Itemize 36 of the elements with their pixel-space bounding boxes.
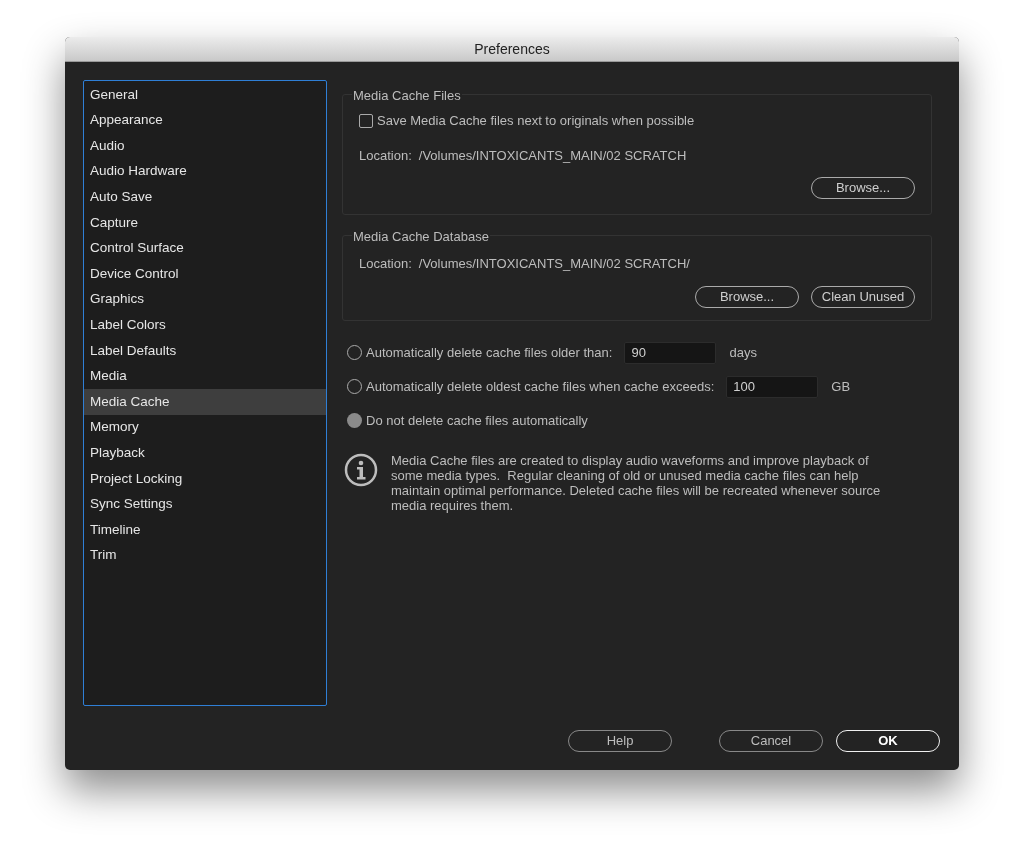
sidebar-item[interactable]: Label Colors — [84, 312, 326, 338]
sidebar-item[interactable]: Appearance — [84, 107, 326, 134]
sidebar-item[interactable]: Audio — [84, 133, 326, 159]
location-path: /Volumes/INTOXICANTS_MAIN/02 SCRATCH/ — [418, 255, 690, 273]
window-title: Preferences — [474, 39, 550, 59]
sidebar-item[interactable]: Timeline — [84, 517, 326, 543]
location-label: Location: — [359, 255, 412, 273]
sidebar-item[interactable]: Control Surface — [84, 235, 326, 262]
radio-label: Do not delete cache files automatically — [366, 411, 588, 430]
input-field[interactable]: 90 — [624, 341, 717, 364]
sidebar-item[interactable]: Media — [84, 363, 326, 390]
sidebar-item[interactable]: Memory — [84, 414, 326, 441]
sidebar-item[interactable]: Label Defaults — [84, 337, 326, 364]
info-icon — [344, 452, 378, 487]
info-text: Media Cache files are created to display audio waveforms and improve playback of some media types. Regular cleaning of old or unused media cache files can help maintain optimal performance. Deleted cache files will be recreated whenever source media requires them. — [391, 452, 882, 513]
unit-label: GB — [831, 377, 851, 396]
sidebar-item[interactable]: Playback — [84, 440, 326, 466]
location-label: Location: — [359, 146, 412, 165]
sidebar-item[interactable]: General — [84, 82, 326, 108]
sidebar-item[interactable]: Sync Settings — [84, 491, 326, 518]
sidebar-item[interactable]: Audio Hardware — [84, 158, 326, 185]
sidebar-item[interactable]: Device Control — [84, 261, 326, 287]
sidebar-item[interactable]: Media Cache — [84, 389, 326, 415]
unit-label: days — [729, 343, 757, 362]
radio-button[interactable] — [347, 413, 362, 428]
sidebar-item[interactable]: Project Locking — [84, 465, 326, 492]
radio-label: Automatically delete cache files older than: — [366, 343, 613, 362]
sidebar-item[interactable]: Graphics — [84, 286, 326, 313]
checkbox-label: Save Media Cache files next to originals when possible — [377, 112, 695, 130]
sidebar-item[interactable]: Auto Save — [84, 184, 326, 210]
sidebar-item[interactable]: Capture — [84, 209, 326, 236]
checkbox[interactable] — [359, 113, 373, 128]
location-path: /Volumes/INTOXICANTS_MAIN/02 SCRATCH — [418, 146, 687, 165]
radio-label: Automatically delete oldest cache files when cache exceeds: — [366, 377, 715, 396]
sidebar-item[interactable]: Trim — [84, 542, 326, 569]
input-field[interactable]: 100 — [726, 375, 819, 398]
